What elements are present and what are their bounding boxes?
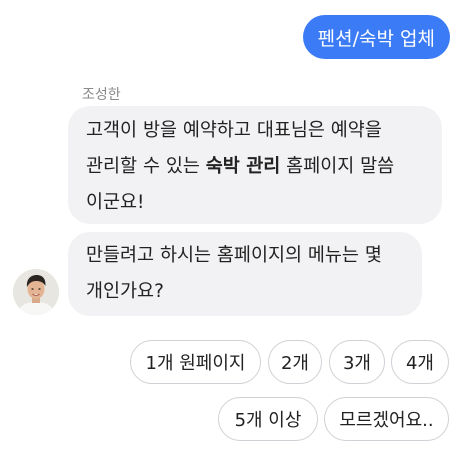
message-bold-text: 숙박 관리	[205, 156, 281, 177]
quick-reply-4[interactable]: 4개	[391, 340, 449, 384]
quick-reply-dont-know[interactable]: 모르겠어요..	[324, 397, 449, 441]
message-text: 관리할 수 있는	[86, 156, 206, 177]
message-line: 관리할 수 있는 숙박 관리 홈페이지 말씀	[86, 149, 432, 185]
user-message-bubble: 펜션/숙박 업체	[302, 15, 450, 59]
avatar-portrait	[13, 269, 59, 315]
quick-reply-5-plus[interactable]: 5개 이상	[218, 397, 318, 441]
message-text: 홈페이지 말씀	[280, 156, 395, 177]
sender-name: 조성한	[82, 87, 121, 103]
message-line: 개인가요?	[86, 281, 164, 302]
person-avatar-icon	[13, 269, 59, 315]
message-line: 이군요!	[86, 192, 145, 213]
quick-reply-1-onepage[interactable]: 1개 원페이지	[130, 340, 261, 384]
chat-window: 펜션/숙박 업체 조성한 고객이 방을 예약하고 대표님은 예약을 관리할 수 …	[0, 0, 474, 454]
message-line: 만들려고 하시는 홈페이지의 메뉴는 몇	[86, 245, 382, 266]
quick-reply-2[interactable]: 2개	[268, 340, 322, 384]
bot-question-bubble: 만들려고 하시는 홈페이지의 메뉴는 몇 개인가요?	[68, 232, 422, 316]
message-line: 고객이 방을 예약하고 대표님은 예약을	[86, 120, 382, 141]
quick-reply-3[interactable]: 3개	[329, 340, 385, 384]
bot-message-bubble: 고객이 방을 예약하고 대표님은 예약을 관리할 수 있는 숙박 관리 홈페이지…	[68, 106, 442, 224]
